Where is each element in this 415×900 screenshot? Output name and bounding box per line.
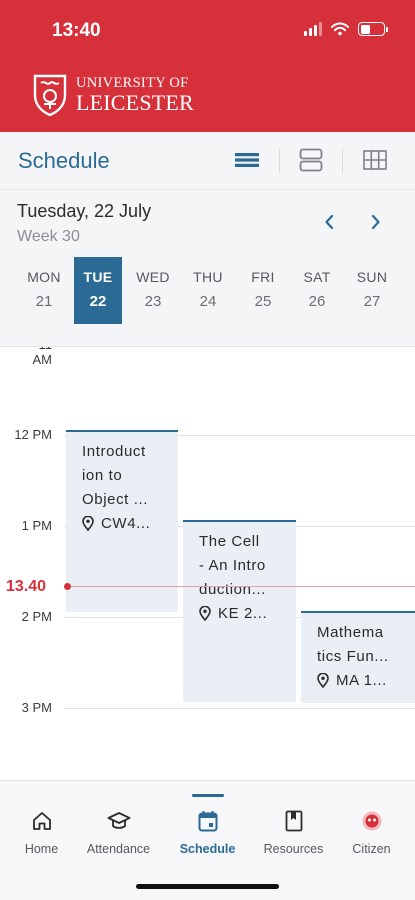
day-sun[interactable]: SUN 27	[348, 257, 396, 324]
list-view-button[interactable]	[232, 146, 262, 174]
day-name: THU	[193, 269, 223, 285]
day-tue[interactable]: TUE 22	[74, 257, 122, 324]
tab-attendance[interactable]: Attendance	[77, 781, 160, 856]
day-number: 23	[144, 293, 162, 310]
day-name: WED	[136, 269, 170, 285]
agenda-view-button[interactable]	[296, 146, 326, 174]
week-day-strip: MON 21 TUE 22 WED 23 THU 24 FRI 25 SAT 2…	[16, 257, 400, 324]
event-location: KE 2...	[199, 605, 286, 622]
location-pin-icon	[82, 516, 94, 531]
hour-line	[64, 708, 415, 709]
day-name: MON	[27, 269, 61, 285]
location-pin-icon	[199, 606, 211, 621]
next-week-button[interactable]	[364, 210, 388, 234]
current-time-label: 13.40	[6, 578, 47, 595]
hour-label: 2 PM	[21, 609, 52, 624]
day-number: 26	[308, 293, 326, 310]
current-time-line	[64, 586, 415, 587]
day-name: SUN	[356, 269, 388, 285]
home-indicator[interactable]	[136, 884, 279, 889]
app-header: 13:40 UNIVERSITY OF LEICESTER	[0, 0, 415, 132]
grid-view-icon	[363, 150, 387, 170]
day-sat[interactable]: SAT 26	[293, 257, 341, 324]
tab-label: Resources	[263, 842, 324, 856]
event-location: CW4...	[82, 515, 168, 532]
chevron-left-icon	[325, 214, 334, 230]
tab-citizen[interactable]: Citizen	[330, 781, 413, 856]
tab-resources[interactable]: Resources	[252, 781, 335, 856]
day-number: 24	[199, 293, 217, 310]
day-name: SAT	[303, 269, 331, 285]
page-title: Schedule	[18, 148, 110, 173]
tab-label: Attendance	[86, 842, 151, 856]
agenda-view-icon	[299, 148, 323, 172]
day-wed[interactable]: WED 23	[129, 257, 177, 324]
citizen-icon	[362, 811, 381, 831]
event-card[interactable]: Mathema tics Fun... MA 1...	[301, 611, 415, 703]
day-thu[interactable]: THU 24	[184, 257, 232, 324]
chevron-right-icon	[371, 214, 380, 230]
crest-icon	[33, 74, 67, 117]
day-name: FRI	[251, 269, 275, 285]
status-time: 13:40	[52, 20, 101, 41]
hour-label: 12 PM	[14, 427, 52, 442]
divider	[342, 149, 343, 173]
event-title: Mathema tics Fun...	[317, 624, 389, 665]
day-number: 27	[363, 293, 381, 310]
previous-week-button[interactable]	[317, 210, 341, 234]
day-timeline[interactable]: 11 AM 12 PM 1 PM 2 PM 3 PM Introduction …	[0, 347, 415, 780]
event-card[interactable]: The Cell - An Intro duction... KE 2...	[183, 520, 296, 702]
battery-icon	[358, 22, 388, 36]
logo-line-1: UNIVERSITY OF	[76, 75, 189, 92]
tab-home[interactable]: Home	[0, 781, 83, 856]
graduation-cap-icon	[107, 812, 130, 829]
list-view-icon	[235, 153, 259, 167]
day-name: TUE	[83, 269, 113, 285]
signal-icon	[304, 22, 322, 36]
current-time-dot	[64, 583, 71, 590]
hour-label: 11 AM	[32, 347, 53, 367]
tab-schedule[interactable]: Schedule	[166, 781, 249, 856]
day-mon[interactable]: MON 21	[20, 257, 68, 324]
wifi-icon	[331, 22, 349, 36]
status-icons	[304, 22, 388, 36]
home-icon	[32, 812, 51, 830]
week-number: Week 30	[17, 228, 80, 245]
event-title: Introduct ion to Object ...	[82, 443, 149, 508]
tab-label: Schedule	[179, 842, 236, 856]
selected-date: Tuesday, 22 July	[17, 201, 152, 221]
event-card[interactable]: Introduct ion to Object ... CW4...	[66, 430, 178, 612]
hour-label: 1 PM	[21, 518, 52, 533]
calendar-icon	[198, 811, 217, 832]
book-icon	[285, 810, 302, 832]
date-header: Tuesday, 22 July Week 30 MON 21 TUE 22 W…	[0, 190, 415, 347]
divider	[279, 149, 280, 173]
day-number: 25	[254, 293, 272, 310]
event-location: MA 1...	[317, 672, 405, 689]
university-logo: UNIVERSITY OF LEICESTER	[32, 73, 194, 117]
tab-label: Home	[24, 842, 59, 856]
tab-label: Citizen	[352, 842, 391, 856]
location-pin-icon	[317, 673, 329, 688]
day-number: 21	[35, 293, 53, 310]
hour-label: 3 PM	[21, 700, 52, 715]
day-number: 22	[89, 293, 107, 310]
event-title: The Cell - An Intro duction...	[199, 533, 266, 598]
bottom-navigation: Home Attendance Schedule Resources Citiz…	[0, 780, 415, 900]
grid-view-button[interactable]	[360, 146, 390, 174]
schedule-titlebar: Schedule	[0, 132, 415, 190]
logo-line-2: LEICESTER	[76, 89, 194, 115]
day-fri[interactable]: FRI 25	[239, 257, 287, 324]
